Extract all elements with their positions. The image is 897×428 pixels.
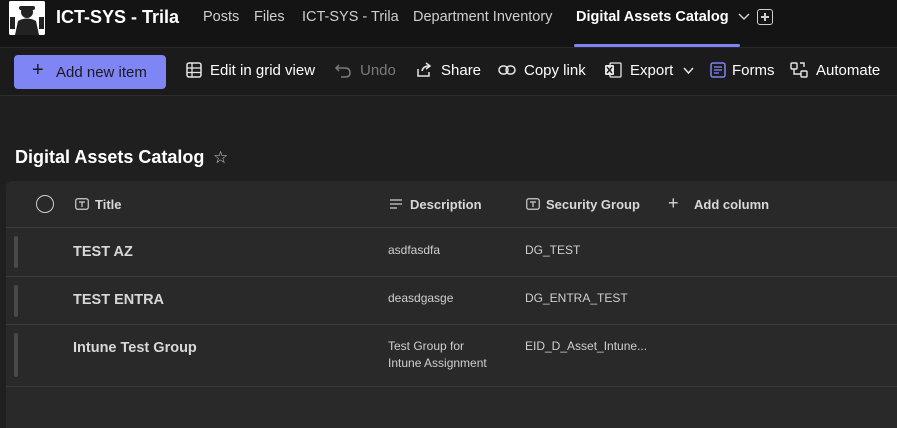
table-row[interactable]: TEST ENTRA deasdgasge DG_ENTRA_TEST bbox=[6, 277, 897, 325]
edit-grid-view-button[interactable]: Edit in grid view bbox=[210, 62, 315, 79]
row-selection-handle[interactable] bbox=[14, 333, 18, 377]
tab-ict-sys-trila[interactable]: ICT-SYS - Trila bbox=[302, 9, 399, 25]
row-security-group: DG_TEST bbox=[525, 243, 581, 257]
forms-icon bbox=[710, 62, 726, 78]
tab-label: Digital Assets Catalog bbox=[576, 9, 729, 25]
active-tab-indicator bbox=[574, 44, 740, 47]
row-security-group: DG_ENTRA_TEST bbox=[525, 291, 628, 305]
share-icon bbox=[417, 62, 432, 77]
undo-icon bbox=[334, 64, 351, 78]
text-column-icon bbox=[75, 198, 89, 210]
excel-icon bbox=[605, 62, 622, 78]
multiline-text-icon bbox=[390, 199, 402, 209]
grid-icon bbox=[186, 62, 202, 78]
row-title[interactable]: TEST AZ bbox=[73, 244, 133, 260]
undo-button[interactable]: Undo bbox=[360, 62, 396, 79]
list-grid: Title Description Security Group + Add c… bbox=[6, 181, 897, 428]
chevron-down-icon bbox=[738, 13, 750, 21]
chevron-down-icon bbox=[682, 67, 694, 75]
row-description: asdfasdfa bbox=[388, 243, 441, 257]
export-button[interactable]: Export bbox=[630, 62, 694, 79]
star-icon[interactable]: ☆ bbox=[213, 148, 228, 168]
column-header-title[interactable]: Title bbox=[95, 197, 122, 212]
add-column-button[interactable]: Add column bbox=[694, 197, 769, 212]
row-selection-handle[interactable] bbox=[14, 285, 18, 317]
tab-posts[interactable]: Posts bbox=[203, 9, 239, 25]
automate-button[interactable]: Automate bbox=[816, 62, 880, 79]
export-label: Export bbox=[630, 62, 674, 79]
table-row[interactable]: Intune Test Group Test Group for Intune … bbox=[6, 325, 897, 387]
copy-link-button[interactable]: Copy link bbox=[524, 62, 586, 79]
row-selection-handle[interactable] bbox=[14, 236, 18, 268]
text-column-icon bbox=[526, 198, 540, 210]
automate-icon bbox=[790, 62, 808, 78]
tab-department-inventory[interactable]: Department Inventory bbox=[413, 9, 552, 25]
column-header-security-group[interactable]: Security Group bbox=[546, 197, 640, 212]
team-logo[interactable] bbox=[9, 1, 45, 35]
column-header-description[interactable]: Description bbox=[410, 197, 482, 212]
command-bar: + Add new item Edit in grid view Undo Sh… bbox=[0, 48, 897, 96]
plus-icon: + bbox=[668, 193, 679, 213]
add-new-item-button[interactable]: + Add new item bbox=[14, 55, 166, 89]
add-tab-icon[interactable] bbox=[757, 9, 773, 25]
row-description: Test Group for bbox=[388, 339, 465, 353]
row-title[interactable]: Intune Test Group bbox=[73, 340, 197, 356]
plus-icon: + bbox=[32, 59, 44, 81]
tab-files[interactable]: Files bbox=[254, 9, 285, 25]
top-bar: ICT-SYS - Trila Posts Files ICT-SYS - Tr… bbox=[0, 0, 897, 48]
forms-button[interactable]: Forms bbox=[732, 62, 775, 79]
column-header-row: Title Description Security Group + Add c… bbox=[6, 181, 897, 228]
link-icon bbox=[498, 65, 516, 75]
add-new-item-label: Add new item bbox=[56, 64, 147, 81]
row-security-group: EID_D_Asset_Intune... bbox=[525, 339, 648, 353]
page-title: Digital Assets Catalog bbox=[15, 147, 205, 167]
tab-digital-assets-catalog[interactable]: Digital Assets Catalog bbox=[576, 9, 750, 25]
row-description: deasdgasge bbox=[388, 291, 454, 305]
share-button[interactable]: Share bbox=[441, 62, 481, 79]
table-row[interactable]: TEST AZ asdfasdfa DG_TEST bbox=[6, 228, 897, 277]
row-description-line-2: Intune Assignment bbox=[388, 356, 487, 370]
row-title[interactable]: TEST ENTRA bbox=[73, 292, 164, 308]
team-title[interactable]: ICT-SYS - Trila bbox=[56, 7, 179, 28]
select-all-checkbox[interactable] bbox=[36, 195, 54, 213]
